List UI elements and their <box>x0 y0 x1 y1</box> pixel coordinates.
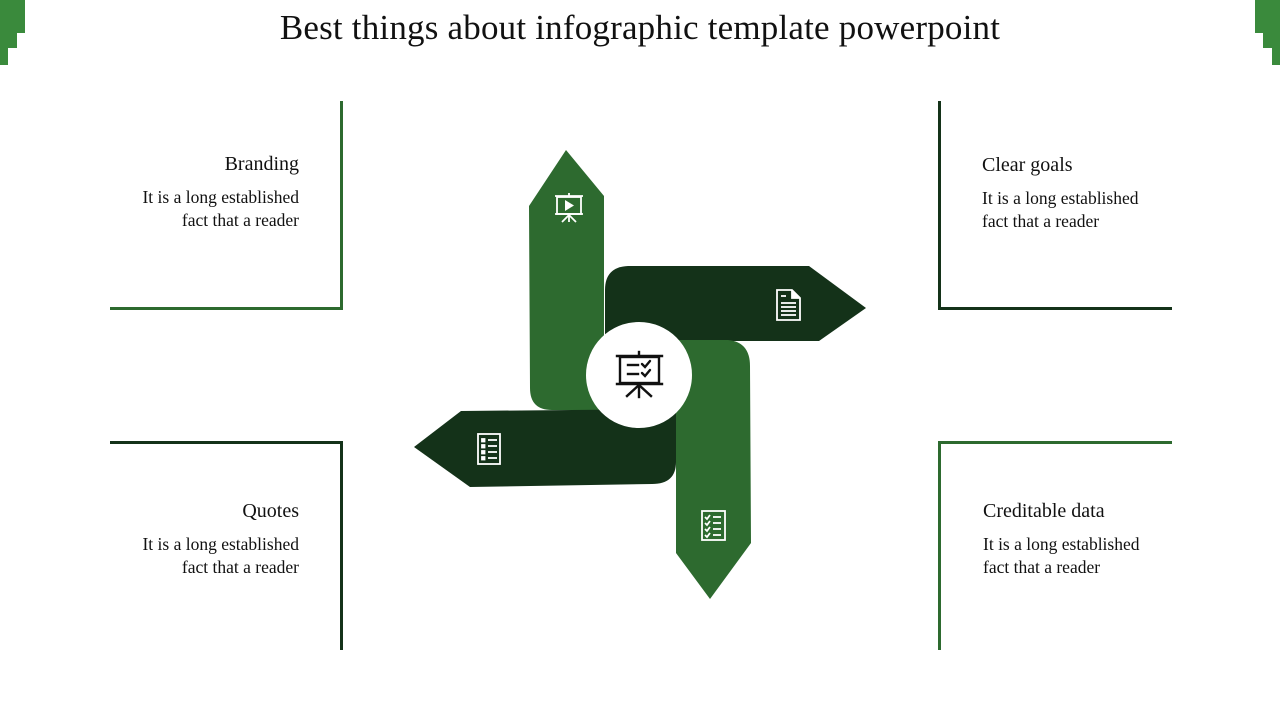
pinwheel-diagram <box>414 150 866 599</box>
